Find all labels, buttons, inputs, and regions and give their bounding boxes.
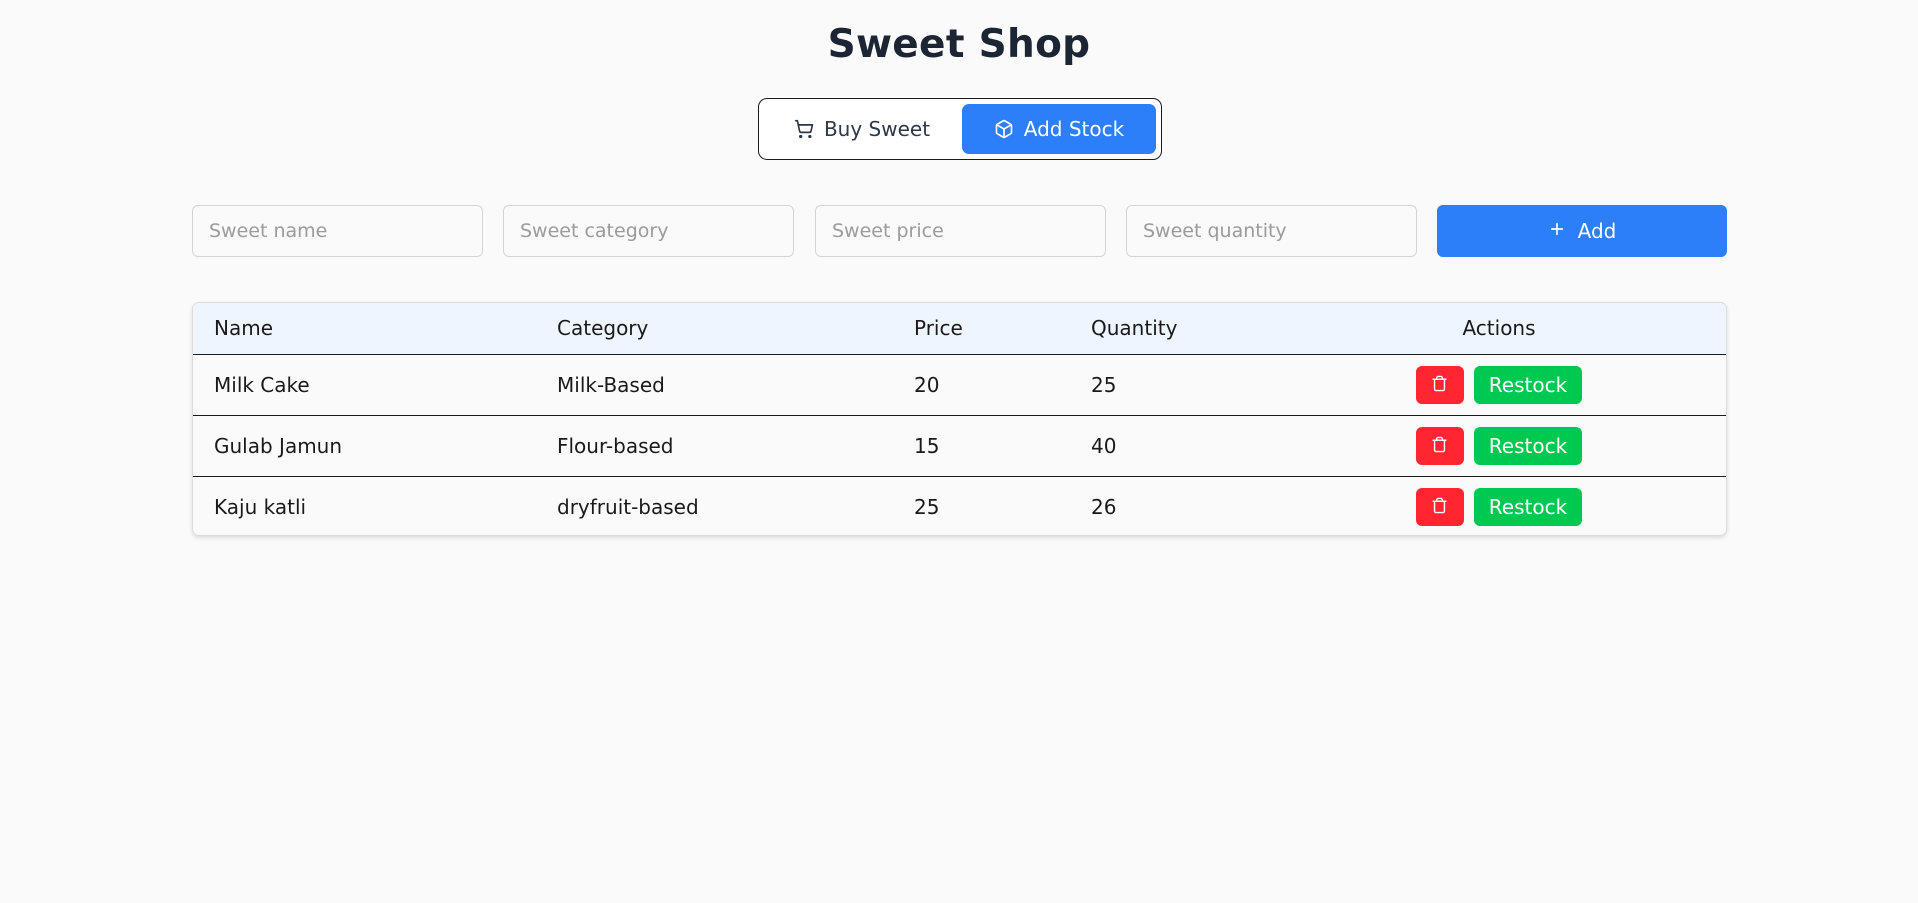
actions-cell: Restock: [1270, 415, 1726, 476]
sweet-name-input[interactable]: [192, 205, 483, 257]
column-header-quantity: Quantity: [1091, 316, 1178, 341]
column-header-name: Name: [214, 316, 274, 341]
table-header-row: Name Category Price Quantity Actions: [193, 303, 1726, 354]
trash-icon: [1431, 434, 1448, 458]
sweet-price-cell: 15: [914, 433, 940, 458]
delete-button[interactable]: [1415, 426, 1464, 465]
sweet-category-cell: dryfruit-based: [557, 494, 699, 519]
restock-button[interactable]: Restock: [1473, 365, 1583, 404]
restock-button[interactable]: Restock: [1473, 426, 1583, 465]
sweet-quantity-input[interactable]: [1126, 205, 1417, 257]
column-header-price: Price: [914, 316, 963, 341]
sweet-name-cell: Milk Cake: [214, 372, 310, 397]
column-header-category: Category: [557, 316, 649, 341]
column-header-actions: Actions: [1462, 316, 1536, 341]
mode-toggle: Buy Sweet Add Stock: [758, 98, 1162, 160]
shopping-cart-icon: [794, 119, 814, 139]
sweet-quantity-cell: 26: [1091, 494, 1117, 519]
add-stock-tab[interactable]: Add Stock: [962, 104, 1156, 154]
table-row: Gulab Jamun Flour-based 15 40 Restock: [193, 415, 1726, 476]
sweet-quantity-cell: 40: [1091, 433, 1117, 458]
plus-icon: [1548, 219, 1566, 243]
sweet-price-input[interactable]: [815, 205, 1106, 257]
restock-button[interactable]: Restock: [1473, 487, 1583, 526]
actions-cell: Restock: [1270, 354, 1726, 415]
trash-icon: [1431, 373, 1448, 397]
add-button[interactable]: Add: [1437, 205, 1727, 257]
trash-icon: [1431, 495, 1448, 519]
sweet-category-cell: Flour-based: [557, 433, 674, 458]
sweet-name-cell: Kaju katli: [214, 494, 307, 519]
buy-sweet-tab[interactable]: Buy Sweet: [764, 104, 960, 154]
sweets-table-card: Name Category Price Quantity Actions Mil…: [192, 302, 1727, 536]
sweet-name-cell: Gulab Jamun: [214, 433, 343, 458]
sweet-category-cell: Milk-Based: [557, 372, 665, 397]
add-stock-label: Add Stock: [1023, 117, 1125, 141]
sweet-price-cell: 25: [914, 494, 940, 519]
sweet-quantity-cell: 25: [1091, 372, 1117, 397]
sweets-table: Name Category Price Quantity Actions Mil…: [193, 303, 1726, 535]
delete-button[interactable]: [1415, 365, 1464, 404]
sweet-category-input[interactable]: [503, 205, 794, 257]
actions-cell: Restock: [1270, 476, 1726, 535]
add-button-label: Add: [1577, 219, 1617, 243]
page-title: Sweet Shop: [827, 22, 1091, 67]
table-row: Kaju katli dryfruit-based 25 26 Restock: [193, 476, 1726, 535]
package-icon: [994, 119, 1014, 139]
delete-button[interactable]: [1415, 487, 1464, 526]
sweet-price-cell: 20: [914, 372, 940, 397]
table-row: Milk Cake Milk-Based 20 25 Restock: [193, 354, 1726, 415]
buy-sweet-label: Buy Sweet: [823, 117, 931, 141]
